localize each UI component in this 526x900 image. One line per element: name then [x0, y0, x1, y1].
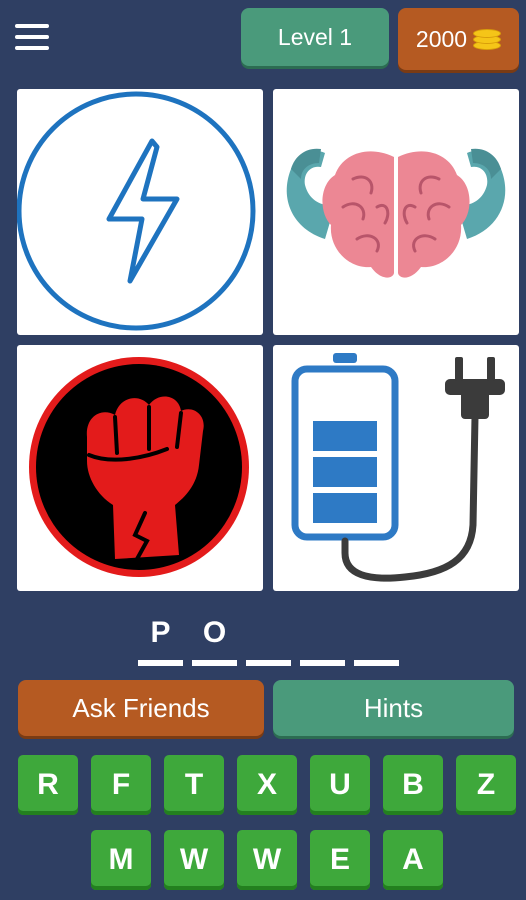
lightning-bolt-circle-icon	[17, 91, 256, 331]
answer-slot[interactable]: O	[192, 612, 237, 668]
answer-slot[interactable]: P	[138, 612, 183, 668]
picture-tile-2[interactable]	[273, 89, 519, 335]
hints-button[interactable]: Hints	[273, 680, 514, 736]
letter-key[interactable]: T	[164, 755, 224, 815]
answer-slot[interactable]	[354, 612, 399, 668]
level-label: Level 1	[277, 23, 353, 50]
picture-tile-1[interactable]	[17, 89, 263, 335]
letter-key[interactable]: B	[383, 755, 443, 815]
letter-key[interactable]: X	[237, 755, 297, 815]
answer-slot[interactable]	[246, 612, 291, 668]
level-badge: Level 1	[241, 8, 389, 66]
letter-key[interactable]: E	[310, 830, 370, 890]
letter-key[interactable]: W	[164, 830, 224, 890]
answer-slots: P O	[138, 612, 403, 668]
letter-key[interactable]: M	[91, 830, 151, 890]
coins-count: 2000	[415, 25, 468, 52]
menu-icon[interactable]	[15, 24, 49, 54]
letter-key[interactable]: U	[310, 755, 370, 815]
raised-fist-icon	[29, 357, 249, 577]
answer-letter: O	[202, 616, 227, 649]
battery-plug-icon	[291, 353, 505, 582]
letter-key[interactable]: F	[91, 755, 151, 815]
picture-tile-3[interactable]	[17, 345, 263, 591]
game-screen: Level 1 2000 P O Ask Friends Hints R F T…	[3, 0, 523, 898]
coins-badge[interactable]: 2000	[398, 8, 519, 70]
answer-letter: P	[150, 616, 171, 649]
letter-key[interactable]: A	[383, 830, 443, 890]
letter-key[interactable]: R	[18, 755, 78, 815]
muscular-brain-icon	[286, 148, 506, 278]
ask-friends-button[interactable]: Ask Friends	[18, 680, 264, 736]
answer-slot[interactable]	[300, 612, 345, 668]
picture-tile-4[interactable]	[273, 345, 519, 591]
letter-key[interactable]: W	[237, 830, 297, 890]
letter-key[interactable]: Z	[456, 755, 516, 815]
coins-icon	[473, 27, 502, 51]
